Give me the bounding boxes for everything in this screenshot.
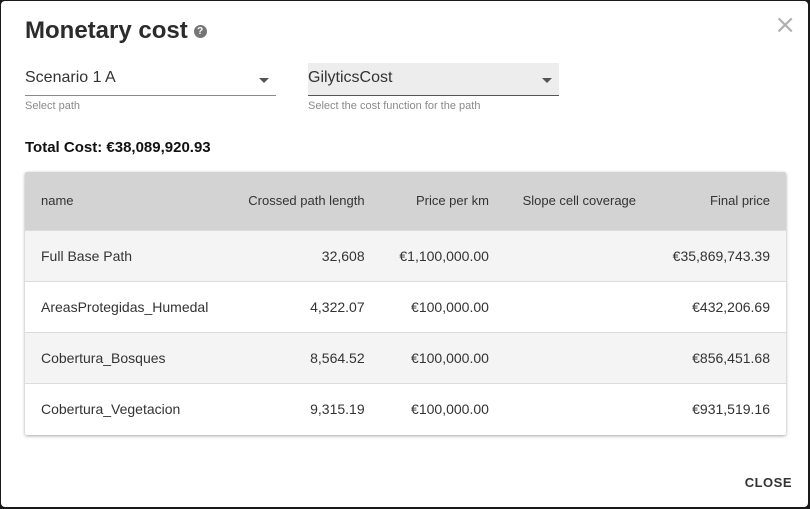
column-header-final-price: Final price — [710, 193, 770, 209]
column-header-slope: Slope cell coverage — [522, 193, 637, 209]
close-button[interactable]: CLOSE — [745, 475, 792, 490]
cell-name: Cobertura_Bosques — [41, 349, 166, 366]
cell-length: 4,322.07 — [310, 298, 365, 315]
cell-price-per-km: €100,000.00 — [411, 400, 489, 417]
cell-final-price: €432,206.69 — [692, 298, 770, 315]
path-select-helper: Select path — [25, 100, 81, 112]
cell-name: Cobertura_Vegetacion — [41, 400, 181, 417]
help-icon[interactable]: ? — [193, 24, 207, 38]
cell-final-price: €35,869,743.39 — [672, 247, 770, 264]
dialog-title-text: Monetary cost — [25, 17, 188, 44]
cost-function-select[interactable]: GilyticsCost — [308, 63, 559, 96]
chevron-down-icon — [259, 78, 269, 83]
path-select-field: Scenario 1 A Select path — [25, 63, 276, 112]
table-row: Cobertura_Bosques 8,564.52 €100,000.00 €… — [25, 332, 786, 383]
monetary-cost-dialog: Monetary cost ? × Scenario 1 A Select pa… — [1, 1, 808, 507]
dialog-title: Monetary cost ? — [25, 17, 207, 45]
cell-price-per-km: €100,000.00 — [411, 349, 489, 366]
path-select-value: Scenario 1 A — [25, 69, 116, 86]
cell-length: 9,315.19 — [310, 400, 365, 417]
cost-function-select-field: GilyticsCost Select the cost function fo… — [308, 63, 559, 112]
column-header-length: Crossed path length — [248, 193, 365, 209]
chevron-down-icon — [542, 78, 552, 83]
cell-final-price: €931,519.16 — [692, 400, 770, 417]
table-row: Full Base Path 32,608 €1,100,000.00 €35,… — [25, 230, 786, 281]
cell-price-per-km: €1,100,000.00 — [399, 247, 489, 264]
close-icon[interactable]: × — [774, 12, 796, 38]
cell-name: AreasProtegidas_Humedal — [41, 298, 209, 315]
cell-slope — [505, 230, 654, 281]
column-header-price-per-km: Price per km — [415, 193, 489, 209]
cell-length: 8,564.52 — [310, 349, 365, 366]
cost-function-select-value: GilyticsCost — [308, 69, 393, 86]
cell-final-price: €856,451.68 — [692, 349, 770, 366]
cost-table: name Crossed path length Price per km Sl… — [25, 172, 786, 434]
total-cost: Total Cost: €38,089,920.93 — [25, 139, 211, 156]
path-select[interactable]: Scenario 1 A — [25, 63, 276, 96]
column-header-name: name — [41, 193, 74, 209]
cell-length: 32,608 — [321, 247, 365, 264]
cell-price-per-km: €100,000.00 — [411, 298, 489, 315]
cell-slope — [505, 332, 654, 383]
table-row: AreasProtegidas_Humedal 4,322.07 €100,00… — [25, 281, 786, 332]
cell-slope — [505, 383, 654, 434]
cost-table-card: name Crossed path length Price per km Sl… — [25, 172, 786, 435]
table-header-row: name Crossed path length Price per km Sl… — [25, 172, 786, 230]
cost-function-select-helper: Select the cost function for the path — [308, 100, 481, 112]
cell-slope — [505, 281, 654, 332]
table-row: Cobertura_Vegetacion 9,315.19 €100,000.0… — [25, 383, 786, 434]
cell-name: Full Base Path — [41, 247, 133, 264]
